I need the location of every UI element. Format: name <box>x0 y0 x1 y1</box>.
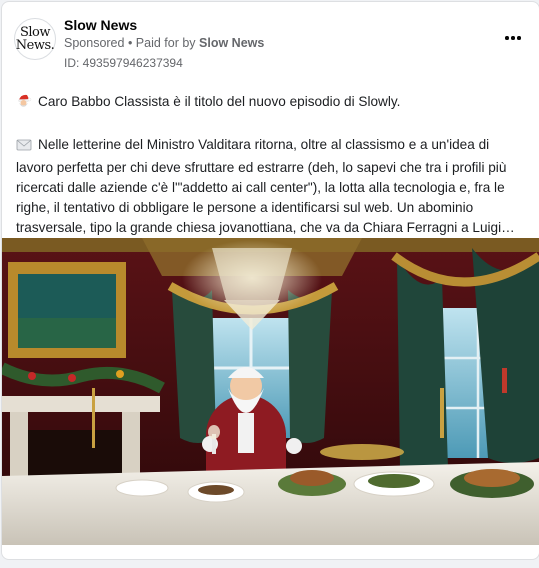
paid-for-by-prefix: Paid for by <box>135 36 200 50</box>
envelope-emoji <box>16 138 32 158</box>
avatar-text-line2: News. <box>15 38 55 53</box>
ad-id: ID: 493597946237394 <box>64 56 183 70</box>
ad-card: Slow News. Slow News Sponsored • Paid fo… <box>1 1 539 560</box>
sponsored-line: Sponsored • Paid for by Slow News <box>64 36 264 50</box>
meta-separator: • <box>124 36 136 50</box>
post-paragraph-2-text: Nelle letterine del Ministro Valditara r… <box>16 137 515 235</box>
sponsored-label: Sponsored <box>64 36 125 50</box>
avatar[interactable]: Slow News. <box>14 18 56 60</box>
more-options-button[interactable] <box>499 28 527 48</box>
page-name[interactable]: Slow News <box>64 17 137 33</box>
post-text: Caro Babbo Classista è il titolo del nuo… <box>16 92 528 238</box>
santa-emoji <box>16 93 32 115</box>
post-image <box>2 238 539 545</box>
post-paragraph-2: Nelle letterine del Ministro Valditara r… <box>16 135 528 238</box>
post-line-1: Caro Babbo Classista è il titolo del nuo… <box>16 92 528 115</box>
more-horizontal-icon <box>504 36 522 40</box>
santa-banquet-image[interactable] <box>2 238 539 545</box>
post-header: Slow News. Slow News Sponsored • Paid fo… <box>14 14 527 70</box>
post-line-1-text: Caro Babbo Classista è il titolo del nuo… <box>38 94 401 109</box>
paid-for-by-name[interactable]: Slow News <box>199 36 264 50</box>
